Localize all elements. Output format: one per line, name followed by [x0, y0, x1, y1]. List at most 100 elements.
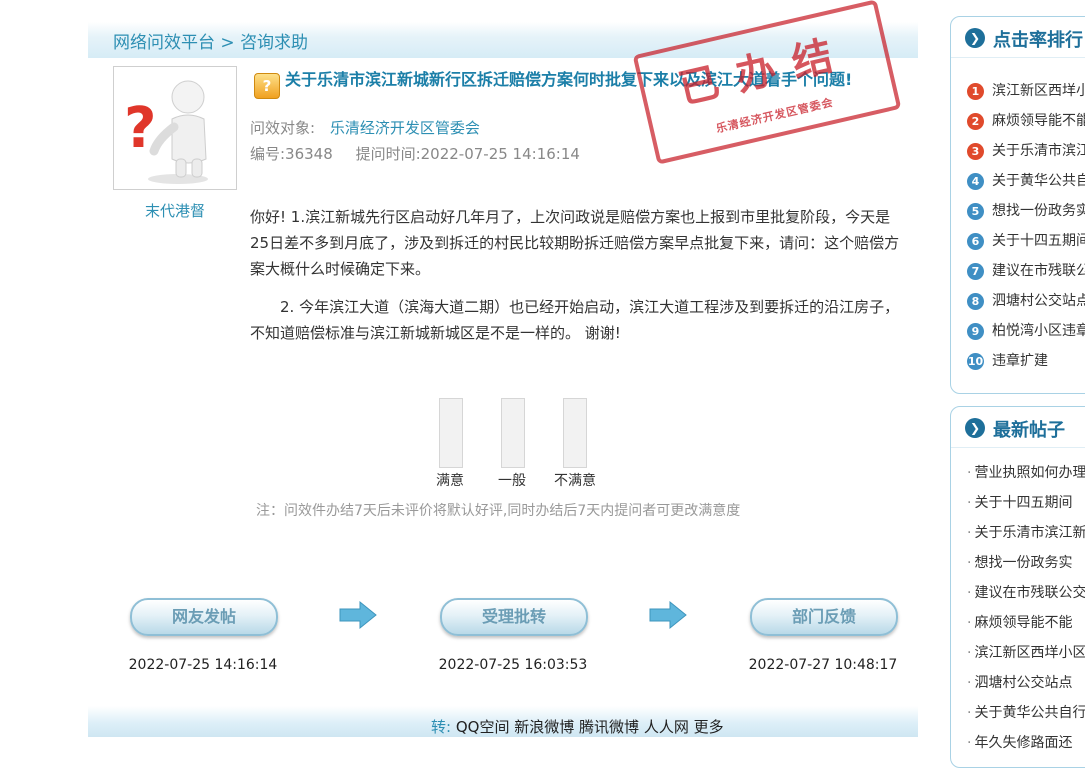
rank-list-item[interactable]: 7 建议在市残联公: [967, 260, 1085, 280]
arrow-right-icon: [649, 600, 687, 630]
latest-post-link[interactable]: 关于黄华公共自行: [974, 705, 1085, 721]
flow-step-feedback: 部门反馈: [750, 598, 898, 636]
question-time: 提问时间:2022-07-25 14:16:14: [355, 145, 580, 163]
rank-item-link[interactable]: 建议在市残联公: [992, 263, 1085, 279]
rank-item-link[interactable]: 滨江新区西垟小: [992, 83, 1085, 99]
share-tencent-weibo-link[interactable]: 腾讯微博: [579, 718, 639, 736]
latest-post-item[interactable]: · 关于乐清市滨江新: [967, 522, 1085, 542]
rank-number-badge: 10: [967, 352, 984, 370]
flow-time-accepted: 2022-07-25 16:03:53: [438, 657, 588, 673]
question-meta: 编号:36348 提问时间:2022-07-25 14:16:14: [250, 143, 580, 164]
svg-text:?: ?: [124, 96, 156, 161]
rank-item-link[interactable]: 关于黄华公共自: [992, 173, 1085, 189]
rank-item-link[interactable]: 泗塘村公交站点: [992, 293, 1085, 309]
latest-post-link[interactable]: 营业执照如何办理: [974, 465, 1085, 481]
share-more-link[interactable]: 更多: [694, 718, 724, 736]
rank-number-badge: 5: [967, 202, 984, 220]
latest-post-link[interactable]: 关于十四五期间: [974, 495, 1072, 511]
latest-post-item[interactable]: · 年久失修路面还: [967, 732, 1072, 752]
latest-post-item[interactable]: · 想找一份政务实: [967, 552, 1072, 572]
rank-list-item[interactable]: 2 麻烦领导能不能: [967, 110, 1085, 130]
question-paragraph: 2. 今年滨江大道（滨海大道二期）也已经开始启动，滨江大道工程涉及到要拆迁的沿江…: [250, 298, 900, 342]
question-body: 你好! 1.滨江新城先行区启动好几年月了，上次问政说是赔偿方案也上报到市里批复阶…: [250, 204, 900, 358]
rank-item-link[interactable]: 想找一份政务实: [992, 203, 1085, 219]
click-rank-title: 点击率排行: [993, 30, 1083, 51]
bullet-icon: ·: [967, 615, 972, 631]
rank-number-badge: 9: [967, 322, 984, 340]
latest-post-item[interactable]: · 关于黄华公共自行: [967, 702, 1085, 722]
latest-posts-title: 最新帖子: [993, 420, 1065, 441]
rank-list-item[interactable]: 9 柏悦湾小区违章: [967, 320, 1085, 340]
avatar[interactable]: ?: [113, 66, 237, 190]
latest-post-link[interactable]: 建议在市残联公交: [974, 585, 1085, 601]
latest-post-link[interactable]: 麻烦领导能不能: [974, 615, 1072, 631]
share-label: 转:: [431, 718, 452, 736]
rank-list-item[interactable]: 4 关于黄华公共自: [967, 170, 1085, 190]
arrow-right-icon: [339, 600, 377, 630]
chevron-right-icon: ❯: [965, 28, 985, 48]
rank-list-item[interactable]: 1 滨江新区西垟小: [967, 80, 1085, 100]
rank-item-link[interactable]: 关于乐清市滨江: [992, 143, 1085, 159]
question-id: 编号:36348: [250, 145, 333, 163]
question-target: 问效对象: 乐清经济开发区管委会: [250, 117, 480, 138]
latest-post-item[interactable]: · 麻烦领导能不能: [967, 612, 1072, 632]
rank-number-badge: 2: [967, 112, 984, 130]
flow-step-accepted: 受理批转: [440, 598, 588, 636]
breadcrumb-section-link[interactable]: 咨询求助: [240, 33, 308, 53]
rank-number-badge: 4: [967, 172, 984, 190]
rank-item-link[interactable]: 麻烦领导能不能: [992, 113, 1085, 129]
latest-post-link[interactable]: 想找一份政务实: [974, 555, 1072, 571]
latest-post-item[interactable]: · 建议在市残联公交: [967, 582, 1085, 602]
latest-post-item[interactable]: · 泗塘村公交站点: [967, 672, 1072, 692]
rating-note: 注：问效件办结7天后未评价将默认好评,同时办结后7天内提问者可更改满意度: [256, 503, 741, 519]
bullet-icon: ·: [967, 705, 972, 721]
rank-list-item[interactable]: 6 关于十四五期间: [967, 230, 1085, 250]
flow-time-posted: 2022-07-25 14:16:14: [128, 657, 278, 673]
rating-bar-neutral[interactable]: [501, 398, 525, 468]
rank-list-item[interactable]: 10 违章扩建: [967, 350, 1048, 370]
target-department-link[interactable]: 乐清经济开发区管委会: [330, 119, 480, 137]
rank-item-link[interactable]: 违章扩建: [992, 353, 1048, 369]
bullet-icon: ·: [967, 585, 972, 601]
rank-list-item[interactable]: 3 关于乐清市滨江: [967, 140, 1085, 160]
question-person-icon: ?: [124, 80, 208, 184]
bullet-icon: ·: [967, 495, 972, 511]
latest-post-item[interactable]: · 营业执照如何办理: [967, 462, 1085, 482]
click-rank-header: ❯ 点击率排行: [951, 17, 1085, 58]
click-rank-panel: ❯ 点击率排行 1 滨江新区西垟小 2 麻烦领导能不能 3 关于乐清市滨江 4 关于黄华公共自…: [950, 16, 1085, 394]
bullet-icon: ·: [967, 555, 972, 571]
chevron-right-icon: ❯: [965, 418, 985, 438]
latest-posts-header: ❯ 最新帖子: [951, 407, 1085, 448]
share-qzone-link[interactable]: QQ空间: [456, 718, 510, 736]
rating-bar-satisfied[interactable]: [439, 398, 463, 468]
share-weibo-link[interactable]: 新浪微博: [514, 718, 574, 736]
question-icon: ?: [254, 73, 280, 99]
latest-post-link[interactable]: 泗塘村公交站点: [974, 675, 1072, 691]
question-paragraph: 你好! 1.滨江新城先行区启动好几年月了，上次问政说是赔偿方案也上报到市里批复阶…: [250, 208, 900, 278]
rank-number-badge: 1: [967, 82, 984, 100]
latest-post-item[interactable]: · 关于十四五期间: [967, 492, 1072, 512]
username-link[interactable]: 末代港督: [113, 200, 237, 221]
rating-bar-unsatisfied[interactable]: [563, 398, 587, 468]
rank-list-item[interactable]: 5 想找一份政务实: [967, 200, 1085, 220]
breadcrumb-site-link[interactable]: 网络问效平台: [113, 33, 215, 53]
latest-post-link[interactable]: 关于乐清市滨江新: [974, 525, 1085, 541]
rating-option-unsatisfied[interactable]: 不满意: [535, 470, 615, 490]
share-renren-link[interactable]: 人人网: [644, 718, 689, 736]
breadcrumb-separator: >: [220, 33, 235, 53]
rank-list-item[interactable]: 8 泗塘村公交站点: [967, 290, 1085, 310]
bullet-icon: ·: [967, 735, 972, 751]
bullet-icon: ·: [967, 525, 972, 541]
rank-item-link[interactable]: 柏悦湾小区违章: [992, 323, 1085, 339]
flow-step-posted: 网友发帖: [130, 598, 278, 636]
target-label: 问效对象:: [250, 119, 316, 137]
latest-post-link[interactable]: 滨江新区西垟小区: [974, 645, 1085, 661]
latest-posts-panel: ❯ 最新帖子 · 营业执照如何办理 · 关于十四五期间 · 关于乐清市滨江新 · 想找一份政务…: [950, 406, 1085, 768]
share-bar: 转: QQ空间 新浪微博 腾讯微博 人人网 更多: [431, 716, 724, 737]
rank-number-badge: 7: [967, 262, 984, 280]
latest-post-item[interactable]: · 滨江新区西垟小区: [967, 642, 1085, 662]
bullet-icon: ·: [967, 465, 972, 481]
rank-item-link[interactable]: 关于十四五期间: [992, 233, 1085, 249]
breadcrumb: 网络问效平台 > 咨询求助: [113, 28, 308, 53]
latest-post-link[interactable]: 年久失修路面还: [974, 735, 1072, 751]
